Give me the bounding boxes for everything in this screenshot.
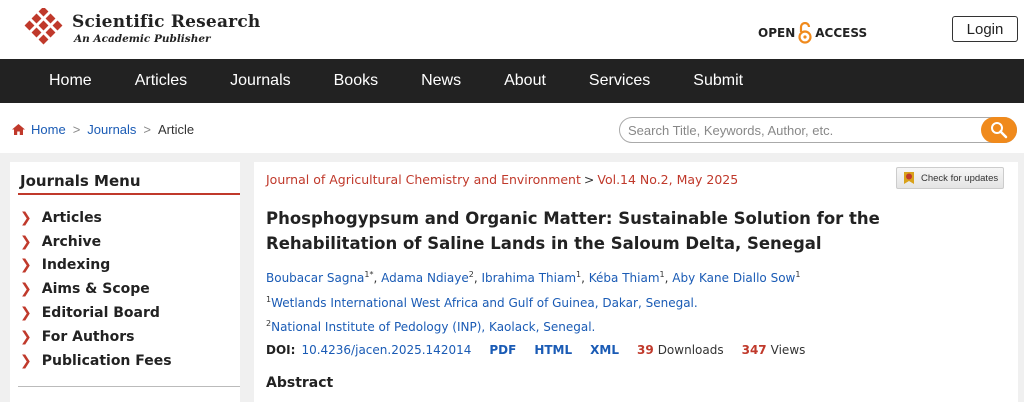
author-sup: 1 [576, 270, 582, 279]
open-access-badge: OPEN ACCESS [758, 22, 867, 44]
breadcrumb-separator: > [72, 122, 81, 137]
affiliation: 1Wetlands International West Africa and … [266, 295, 698, 310]
chevron-right-icon: ❯ [20, 257, 32, 274]
abstract-heading: Abstract [266, 375, 334, 391]
author-sup: 1 [795, 270, 801, 279]
author-sup: 1* [364, 270, 374, 279]
search-button[interactable] [981, 117, 1017, 143]
menu-item-label: Archive [41, 233, 102, 250]
menu-item-articles[interactable]: ❯ Articles [20, 206, 172, 230]
journals-menu-title: Journals Menu [20, 172, 141, 190]
chevron-right-icon: ❯ [20, 281, 32, 298]
search-input[interactable] [628, 121, 978, 139]
brand-subtitle: An Academic Publisher [74, 33, 211, 45]
pdf-link[interactable]: PDF [489, 343, 516, 357]
download-count: 39 [636, 343, 654, 357]
breadcrumb-current: Article [158, 122, 195, 137]
volume-link[interactable]: Vol.14 No.2, May 2025 [597, 172, 738, 187]
author-link[interactable]: Kéba Thiam [589, 271, 660, 285]
breadcrumb-journals[interactable]: Journals [87, 122, 136, 137]
open-access-right: ACCESS [815, 26, 868, 40]
nav-about[interactable]: About [504, 72, 546, 90]
search-icon [991, 122, 1008, 139]
menu-item-label: Articles [41, 209, 102, 226]
menu-item-publication-fees[interactable]: ❯ Publication Fees [20, 349, 172, 373]
doi-row: DOI: 10.4236/jacen.2025.142014 PDF HTML … [266, 343, 805, 357]
main-nav: Home Articles Journals Books News About … [0, 59, 1024, 103]
breadcrumb-separator: > [143, 122, 152, 137]
author-sup: 2 [468, 270, 474, 279]
login-button[interactable]: Login [952, 16, 1018, 42]
breadcrumb: Home > Journals > Article [12, 122, 194, 137]
menu-item-indexing[interactable]: ❯ Indexing [20, 254, 172, 278]
breadcrumb-bar: Home > Journals > Article [0, 103, 1024, 153]
html-link[interactable]: HTML [534, 343, 572, 357]
open-access-left: OPEN [758, 26, 796, 40]
nav-journals[interactable]: Journals [230, 72, 290, 90]
menu-divider [18, 386, 240, 387]
affiliation: 2National Institute of Pedology (INP), K… [266, 319, 595, 334]
nav-home[interactable]: Home [49, 72, 92, 90]
open-lock-icon [798, 22, 812, 44]
journal-separator: > [583, 172, 595, 187]
doi-label: DOI: [266, 343, 296, 357]
journal-link[interactable]: Journal of Agricultural Chemistry and En… [266, 172, 581, 187]
journals-menu-list: ❯ Articles ❯ Archive ❯ Indexing ❯ Aims & Sco… [20, 206, 172, 373]
menu-item-aims-scope[interactable]: ❯ Aims & Scope [20, 277, 172, 301]
crossmark-icon [904, 172, 914, 184]
affiliation-text[interactable]: Wetlands International West Africa and G… [271, 296, 698, 310]
author-link[interactable]: Adama Ndiaye [381, 271, 469, 285]
search-box [619, 117, 1017, 143]
article-panel: Journal of Agricultural Chemistry and En… [254, 162, 1018, 402]
author-link[interactable]: Ibrahima Thiam [481, 271, 576, 285]
brand-title[interactable]: Scientific Research [72, 12, 260, 32]
views-label: Views [770, 343, 806, 357]
author-sup: 1 [659, 270, 665, 279]
nav-articles[interactable]: Articles [135, 72, 187, 90]
view-count: 347 [741, 343, 767, 357]
nav-submit[interactable]: Submit [693, 72, 743, 90]
author-list: Boubacar Sagna1*, Adama Ndiaye2, Ibrahim… [266, 270, 801, 285]
nav-services[interactable]: Services [589, 72, 650, 90]
author-link[interactable]: Boubacar Sagna [266, 271, 364, 285]
check-for-updates-button[interactable]: Check for updates [896, 167, 1004, 189]
chevron-right-icon: ❯ [20, 352, 32, 369]
affiliation-text[interactable]: National Institute of Pedology (INP), Ka… [271, 320, 595, 334]
menu-item-label: Aims & Scope [41, 281, 150, 298]
menu-item-archive[interactable]: ❯ Archive [20, 230, 172, 254]
author-link[interactable]: Aby Kane Diallo Sow [672, 271, 795, 285]
menu-divider [18, 193, 240, 195]
chevron-right-icon: ❯ [20, 233, 32, 250]
downloads-label: Downloads [657, 343, 724, 357]
menu-item-label: Publication Fees [41, 352, 172, 369]
menu-item-label: Indexing [41, 257, 111, 274]
scientific-research-logo[interactable] [24, 8, 64, 48]
check-for-updates-label: Check for updates [921, 172, 999, 184]
breadcrumb-home[interactable]: Home [31, 122, 66, 137]
doi-link[interactable]: 10.4236/jacen.2025.142014 [301, 343, 471, 357]
nav-books[interactable]: Books [334, 72, 378, 90]
journals-menu: Journals Menu ❯ Articles ❯ Archive ❯ Indexi… [10, 162, 240, 402]
nav-news[interactable]: News [421, 72, 461, 90]
menu-item-label: For Authors [41, 328, 135, 345]
menu-item-for-authors[interactable]: ❯ For Authors [20, 325, 172, 349]
chevron-right-icon: ❯ [20, 328, 32, 345]
home-icon[interactable] [12, 124, 25, 135]
chevron-right-icon: ❯ [20, 209, 32, 226]
journal-breadcrumb: Journal of Agricultural Chemistry and En… [266, 172, 738, 187]
site-header: Scientific Research An Academic Publishe… [0, 0, 1024, 59]
menu-item-editorial-board[interactable]: ❯ Editorial Board [20, 301, 172, 325]
chevron-right-icon: ❯ [20, 305, 32, 322]
xml-link[interactable]: XML [590, 343, 619, 357]
menu-item-label: Editorial Board [41, 305, 160, 322]
article-title: Phosphogypsum and Organic Matter: Sustai… [266, 209, 880, 253]
